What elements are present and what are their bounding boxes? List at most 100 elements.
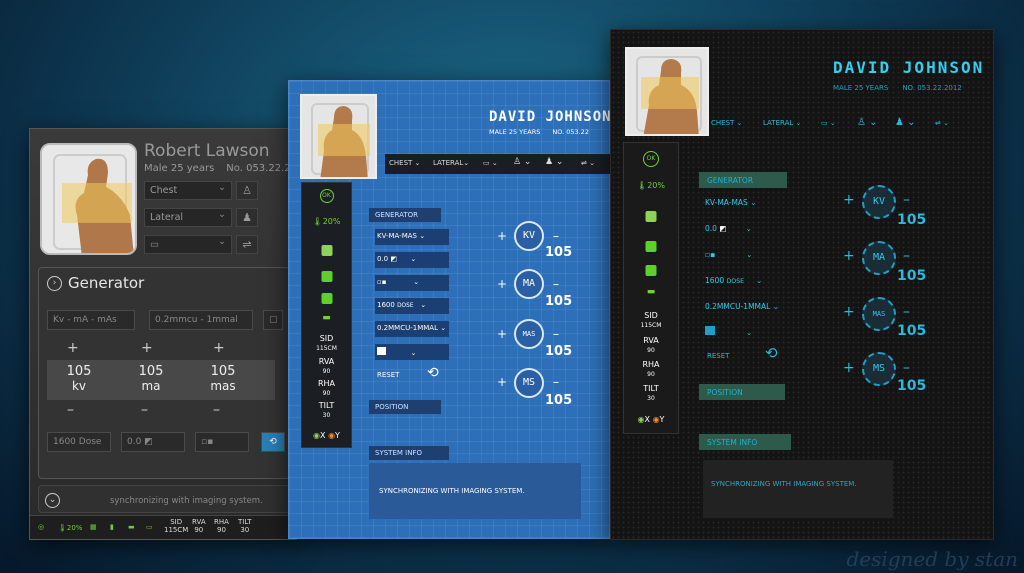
chevron-down-icon[interactable]: ⌄ bbox=[45, 493, 60, 508]
patient-xray-thumbnail[interactable] bbox=[40, 143, 137, 255]
system-info-header[interactable]: SYSTEM INFO bbox=[369, 446, 449, 460]
kv-minus-button[interactable]: – bbox=[67, 402, 74, 418]
kv-value[interactable]: 105 kv bbox=[51, 364, 107, 393]
ma-dial[interactable]: MA bbox=[514, 269, 544, 299]
ms-minus-button[interactable]: – bbox=[553, 375, 559, 389]
ma-plus-button[interactable]: + bbox=[497, 277, 507, 291]
bed-icon[interactable]: ⇌ ⌄ bbox=[935, 119, 949, 127]
ms-dial[interactable]: MS bbox=[514, 368, 544, 398]
ms-dial[interactable]: MS bbox=[862, 352, 896, 386]
mas-dial[interactable]: MAS bbox=[862, 297, 896, 331]
person-lateral-icon[interactable]: ♟ ⌄ bbox=[545, 157, 563, 167]
grid-icon[interactable] bbox=[645, 207, 657, 226]
grid-icon[interactable]: ▦ bbox=[90, 523, 97, 531]
kv-plus-button[interactable]: + bbox=[497, 229, 507, 243]
position-header[interactable]: POSITION bbox=[699, 384, 785, 400]
tray-icon[interactable]: ▭ bbox=[146, 523, 153, 531]
mas-plus-button[interactable]: + bbox=[213, 340, 225, 356]
generator-header[interactable]: GENERATOR bbox=[369, 208, 441, 222]
cassette-icon[interactable]: ▮ bbox=[110, 523, 114, 531]
kv-ma-mas-select[interactable]: Kv - mA - mAs bbox=[47, 310, 135, 330]
filter-select[interactable]: 0.2MMCU-1MMAL ⌄ bbox=[375, 321, 449, 337]
kv-dial[interactable]: KV bbox=[862, 185, 896, 219]
mas-value[interactable]: 105 mas bbox=[195, 364, 251, 393]
table-icon[interactable]: ▭ ⌄ bbox=[483, 159, 498, 167]
body-part-select[interactable]: Chest bbox=[144, 181, 232, 200]
ma-plus-button[interactable]: + bbox=[141, 340, 153, 356]
xy-indicator[interactable]: ◉X ◉Y bbox=[638, 415, 665, 424]
detector-icon[interactable] bbox=[645, 261, 657, 280]
tray-icon[interactable]: ▬ bbox=[322, 313, 331, 323]
dose-select[interactable]: 1600 DOSE ⌄ bbox=[375, 298, 449, 314]
mas-minus-button[interactable]: – bbox=[903, 304, 910, 320]
grid-select[interactable]: ▫▪ ⌄ bbox=[703, 246, 799, 264]
xy-indicator[interactable]: ◉X ◉Y bbox=[313, 431, 340, 440]
ma-plus-button[interactable]: + bbox=[843, 248, 855, 264]
kv-minus-button[interactable]: – bbox=[903, 192, 910, 208]
grid-select[interactable]: ▫▪ ⌄ bbox=[375, 275, 449, 291]
kv-minus-button[interactable]: – bbox=[553, 229, 559, 243]
person-lateral-icon[interactable]: ♟ ⌄ bbox=[895, 117, 916, 128]
mas-plus-button[interactable]: + bbox=[843, 304, 855, 320]
color-select[interactable]: ⌄ bbox=[375, 344, 449, 360]
reset-button[interactable]: ⟲ bbox=[261, 432, 285, 452]
bed-icon[interactable]: ⇌ ⌄ bbox=[581, 159, 595, 167]
ms-plus-button[interactable]: + bbox=[843, 360, 855, 376]
setting-select[interactable]: 0.0 ◩ ⌄ bbox=[703, 220, 799, 238]
view-select[interactable]: Lateral bbox=[144, 208, 232, 227]
ok-icon[interactable]: ◎ bbox=[38, 523, 44, 531]
setting-select[interactable]: 0.0 ◩ bbox=[121, 432, 185, 452]
system-info-header[interactable]: SYSTEM INFO bbox=[699, 434, 791, 450]
grid-icon[interactable] bbox=[321, 241, 332, 260]
generator-header[interactable]: GENERATOR bbox=[699, 172, 787, 188]
table-select[interactable]: ▭ bbox=[144, 235, 232, 254]
bed-icon[interactable]: ⇌ bbox=[236, 235, 258, 254]
grid-select[interactable]: ▫▪ bbox=[195, 432, 249, 452]
person-icon[interactable]: ♙ ⌄ bbox=[857, 117, 878, 128]
mas-minus-button[interactable]: – bbox=[553, 327, 559, 341]
setting-select[interactable]: 0.0 ◩ ⌄ bbox=[375, 252, 449, 268]
ms-minus-button[interactable]: – bbox=[903, 360, 910, 376]
ms-plus-button[interactable]: + bbox=[497, 375, 507, 389]
body-part-select[interactable]: CHEST ⌄ bbox=[711, 119, 742, 127]
person-lateral-icon[interactable]: ♟ bbox=[236, 208, 258, 227]
patient-xray-thumbnail[interactable] bbox=[625, 47, 709, 136]
ok-indicator[interactable]: OK bbox=[319, 189, 334, 203]
square-icon[interactable]: ▢ bbox=[263, 310, 283, 330]
body-part-select[interactable]: CHEST ⌄ bbox=[389, 159, 420, 167]
kv-ma-mas-select[interactable]: KV-MA-MAS ⌄ bbox=[703, 194, 799, 212]
tray-icon[interactable]: ▬ bbox=[647, 287, 656, 297]
cassette-icon[interactable] bbox=[645, 237, 657, 256]
mas-plus-button[interactable]: + bbox=[497, 327, 507, 341]
dose-select[interactable]: 1600 Dose bbox=[47, 432, 111, 452]
view-select[interactable]: LATERAL⌄ bbox=[433, 159, 469, 167]
color-select[interactable]: ⌄ bbox=[703, 322, 799, 340]
kv-plus-button[interactable]: + bbox=[67, 340, 79, 356]
filter-select[interactable]: 0.2MMCU-1MMAL ⌄ bbox=[703, 298, 799, 316]
generator-header[interactable]: › Generator bbox=[47, 274, 144, 292]
reset-icon[interactable]: ⟲ bbox=[765, 344, 778, 362]
detector-icon[interactable]: ▬ bbox=[128, 523, 135, 531]
table-icon[interactable]: ▭ ⌄ bbox=[821, 119, 836, 127]
ok-indicator[interactable]: OK bbox=[643, 151, 659, 167]
mas-minus-button[interactable]: – bbox=[213, 402, 220, 418]
kv-plus-button[interactable]: + bbox=[843, 192, 855, 208]
view-select[interactable]: LATERAL ⌄ bbox=[763, 119, 801, 127]
mas-dial[interactable]: MAS bbox=[514, 319, 544, 349]
ma-value[interactable]: 105 ma bbox=[123, 364, 179, 393]
reset-icon[interactable]: ⟲ bbox=[427, 365, 439, 381]
filter-select[interactable]: 0.2mmcu - 1mmal bbox=[149, 310, 253, 330]
detector-icon[interactable] bbox=[321, 289, 332, 308]
ma-minus-button[interactable]: – bbox=[903, 248, 910, 264]
kv-dial[interactable]: KV bbox=[514, 221, 544, 251]
dose-select[interactable]: 1600 DOSE ⌄ bbox=[703, 272, 799, 290]
position-header[interactable]: POSITION bbox=[369, 400, 441, 414]
ma-minus-button[interactable]: – bbox=[553, 277, 559, 291]
patient-xray-thumbnail[interactable] bbox=[300, 94, 377, 179]
ma-minus-button[interactable]: – bbox=[141, 402, 148, 418]
cassette-icon[interactable] bbox=[321, 267, 332, 286]
kv-ma-mas-select[interactable]: KV-MA-MAS ⌄ bbox=[375, 229, 449, 245]
person-icon[interactable]: ♙ ⌄ bbox=[513, 157, 531, 167]
person-icon[interactable]: ♙ bbox=[236, 181, 258, 200]
ma-dial[interactable]: MA bbox=[862, 241, 896, 275]
